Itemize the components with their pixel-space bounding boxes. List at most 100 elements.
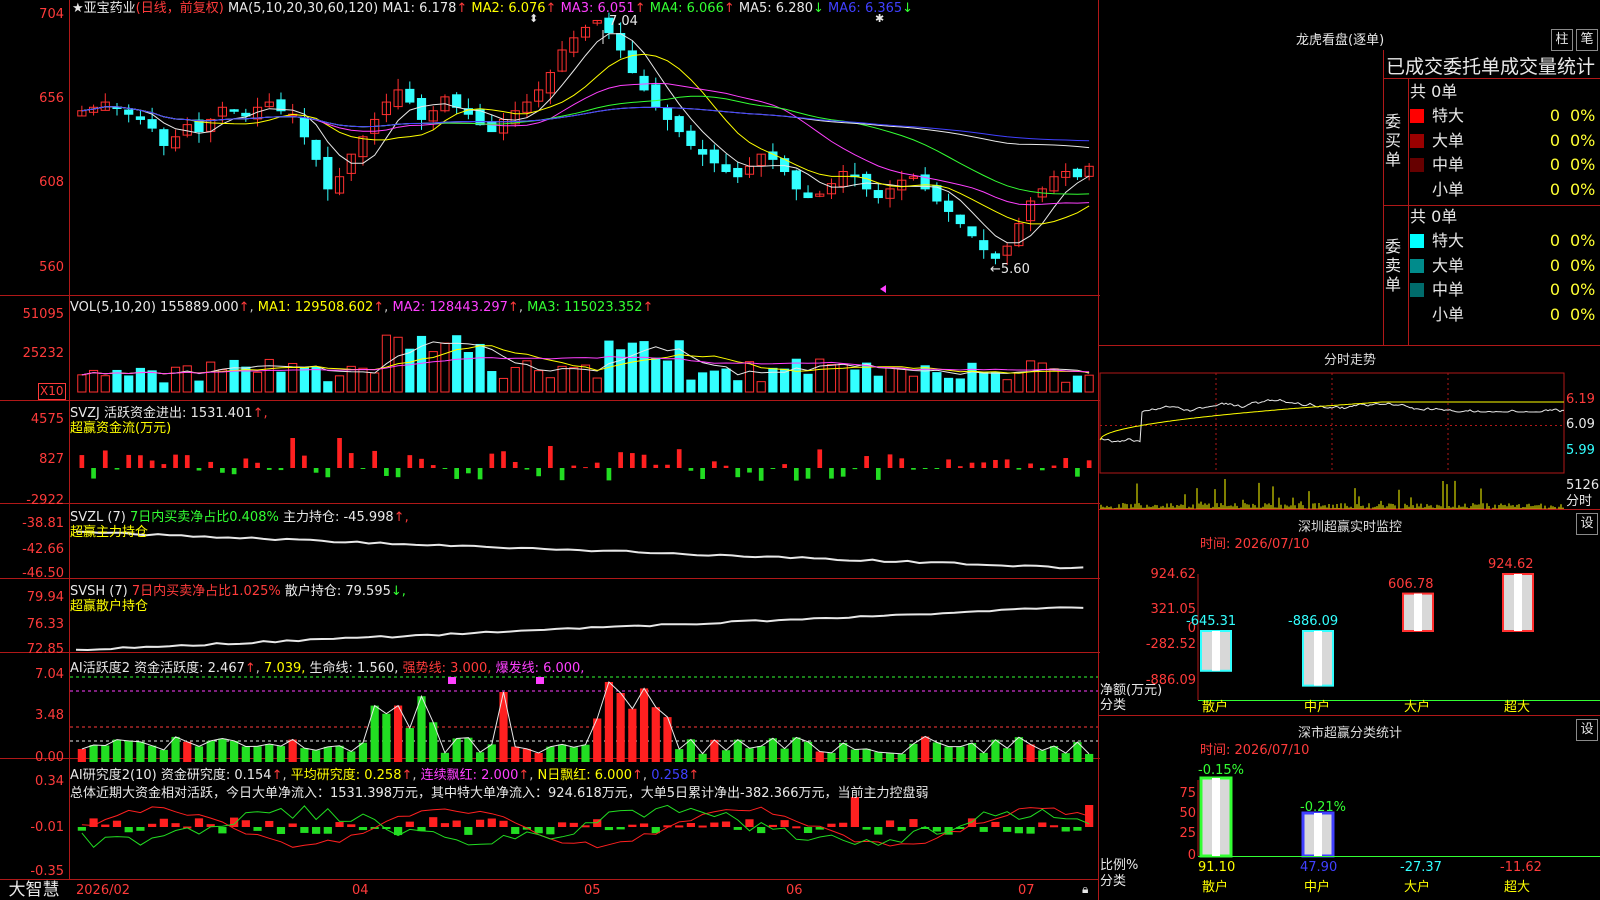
- pen-mode-button[interactable]: 笔: [1576, 29, 1598, 51]
- vol-unit-badge[interactable]: X10: [38, 383, 66, 400]
- vol-bar: [475, 343, 485, 393]
- ai1-bar: [1038, 750, 1047, 762]
- ai2-bar: [276, 827, 286, 834]
- vol-ma1: MA1: 129508.602: [257, 300, 374, 315]
- sell-swatch-1: [1410, 258, 1424, 273]
- ai2-bar: [885, 820, 895, 827]
- svzj-bar: [922, 468, 928, 469]
- svzj-bar: [911, 468, 916, 470]
- svzj-bar: [688, 468, 694, 471]
- svzj-bar: [934, 468, 940, 469]
- vol-bar: [1049, 368, 1059, 393]
- ai1-item-4: 爆发线: 6.000,: [495, 661, 585, 676]
- vol-bar: [299, 367, 309, 393]
- sz-tick-3: -282.52: [1145, 637, 1196, 652]
- svzj-bar: [384, 468, 389, 476]
- ai1-bar: [979, 752, 988, 762]
- vol-bar: [698, 372, 708, 393]
- buy-label-2: 中单: [1432, 155, 1465, 174]
- svsh-header: SVSH (7) 7日内买卖净占比1.025% 散户持仓: 79.595↓,: [70, 584, 406, 599]
- ai1-bar: [499, 692, 508, 762]
- intraday-tick-2: 6.09: [1566, 417, 1595, 432]
- ai2-bar: [862, 827, 871, 830]
- svzj-bar: [536, 468, 541, 477]
- svzj-bar: [1028, 463, 1033, 468]
- ai1-bar: [815, 751, 824, 762]
- lock-icon[interactable]: 🔒︎: [1082, 882, 1088, 897]
- svzj-bar: [583, 467, 588, 469]
- ai2-bar: [440, 823, 450, 827]
- svzj-bar: [501, 451, 506, 468]
- ai2-bar: [124, 827, 133, 833]
- bar-mode-button[interactable]: 柱: [1551, 29, 1573, 51]
- ai1-bar: [604, 682, 614, 762]
- candle-body: [803, 192, 813, 199]
- vol-bars: [77, 334, 1094, 393]
- scroll-marker: [880, 285, 886, 293]
- ma-arrow-5: ↓: [813, 1, 824, 16]
- candle-body: [323, 156, 333, 190]
- star-icon[interactable]: ★: [72, 1, 84, 16]
- ai2-bar: [1003, 827, 1012, 832]
- ai2-bar: [604, 827, 614, 831]
- sz-settings-button[interactable]: 设: [1576, 513, 1598, 535]
- ai2-tick-2: -0.01: [30, 820, 64, 835]
- vol-bar: [264, 358, 274, 393]
- ai1-bar: [323, 746, 332, 762]
- ai2-bar: [745, 819, 754, 827]
- candle-body: [147, 119, 157, 129]
- svzj-bar: [173, 454, 178, 468]
- ai2-bar: [850, 797, 859, 827]
- sz-cat-3: 超大: [1504, 700, 1531, 715]
- vol-bar: [815, 358, 825, 393]
- svzj-bar: [793, 468, 799, 481]
- svzj-bar: [407, 455, 413, 468]
- buy-swatch-3: [1410, 182, 1424, 197]
- ma-value-1: MA1: 6.178: [382, 1, 457, 16]
- candle-body: [405, 88, 415, 103]
- ai1-bar: [312, 750, 321, 762]
- ai1-bar: [1049, 746, 1059, 762]
- ai1-bar: [651, 707, 660, 762]
- ai2-bar: [347, 824, 356, 827]
- sz-value-3: 924.62: [1488, 557, 1534, 572]
- chart-mode[interactable]: (日线，前复权): [136, 1, 224, 16]
- chart-canvas[interactable]: ⬍ ✱: [0, 0, 1600, 900]
- vol-bar: [791, 358, 801, 393]
- ai1-bar: [183, 741, 192, 762]
- svzl-tick-2: -42.66: [22, 542, 64, 557]
- vol-bar: [733, 380, 743, 393]
- candle-body: [674, 116, 684, 133]
- buy-row-2: 中单 0 0%: [1410, 153, 1600, 177]
- vol-bar: [252, 371, 263, 393]
- vol-bar: [1002, 379, 1012, 393]
- cls-cat-2: 大户: [1404, 880, 1431, 895]
- candle-body: [627, 50, 637, 74]
- svzj-bar: [231, 468, 237, 475]
- app-brand[interactable]: 大智慧: [0, 880, 68, 900]
- ai2-bar: [991, 821, 1000, 827]
- ai2-bar: [557, 822, 567, 827]
- sell-count-1: 0: [1549, 255, 1560, 275]
- candle-body: [616, 33, 626, 51]
- cls-settings-button[interactable]: 设: [1576, 719, 1598, 741]
- svzj-bar: [360, 468, 366, 469]
- time-tick-2: 05: [584, 883, 601, 898]
- svzj-bar: [266, 468, 272, 470]
- buy-label-1: 大单: [1432, 130, 1465, 150]
- intraday-tick-3: 5.99: [1566, 443, 1595, 458]
- cls-axis-label: 比例%: [1100, 858, 1139, 873]
- ai2-bar: [300, 827, 309, 833]
- svzj-bar: [419, 458, 424, 468]
- svzl-desc1: 7日内买卖净占比0.408%: [129, 510, 279, 525]
- svzj-bar: [758, 468, 764, 481]
- ai2-bar: [288, 823, 297, 827]
- ai2-bar: [803, 827, 813, 833]
- sz-bar-highlight-1: [1314, 631, 1322, 686]
- ai1-bar: [288, 739, 297, 762]
- stock-name: 亚宝药业: [83, 1, 136, 16]
- ai1-peak-mark: [448, 677, 456, 684]
- ma-value-4: MA4: 6.066: [645, 1, 724, 16]
- candle-body: [124, 109, 134, 115]
- svsh-tick-2: 76.33: [26, 617, 64, 632]
